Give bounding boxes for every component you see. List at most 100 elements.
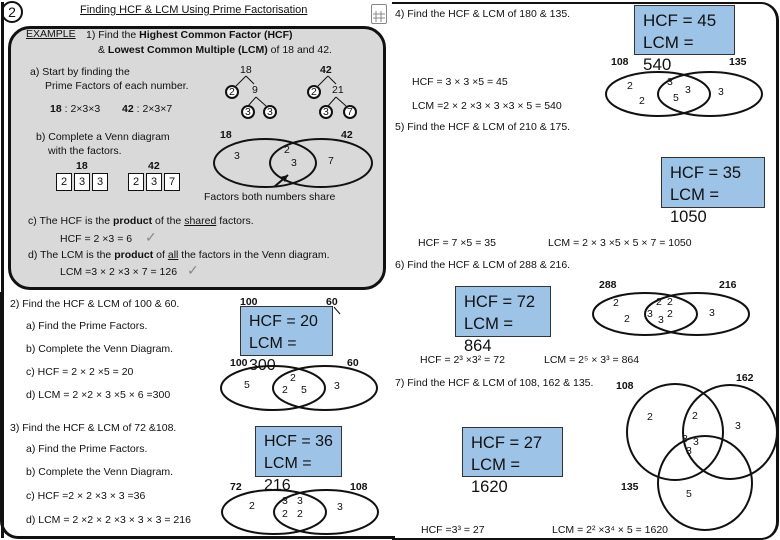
q2-part-d: d) LCM = 2 ×2 × 3 ×5 × 6 =300 [26,389,171,401]
q5-hcf-calc: HCF = 7 ×5 = 35 [418,237,496,249]
q6-venn-shared: 3 [658,314,664,326]
q2-venn-right-only: 3 [334,380,340,392]
q4-question: 4) Find the HCF & LCM of 180 & 135. [395,8,571,20]
part-a-line1: a) Start by finding the [30,66,130,78]
q6-venn-shared: 3 [647,308,653,320]
q2-part-b: b) Complete the Venn Diagram. [26,343,174,355]
calculator-icon [371,4,387,24]
factor-label: 42 [122,103,134,115]
q4-venn-label-left: 108 [611,56,629,68]
factor-value: : 2×3×7 [133,103,173,115]
q6-venn-left-only: 2 [613,297,619,309]
factorisation-42: 42 : 2×3×7 [122,103,172,115]
q4-venn-shared: 3 [685,84,691,96]
tree-42-prime: 7 [347,106,353,118]
q7-answer-lcm: LCM = 1620 [471,456,521,496]
q4-venn-shared: 5 [673,92,679,104]
q7-venn-abc: 3 [686,445,692,457]
venn-label-42: 42 [341,129,353,141]
q2-answer-hcf: HCF = 20 [249,313,318,330]
q6-answer-hcf: HCF = 72 [464,293,536,311]
q2-venn-left-only: 5 [244,379,250,391]
text: c) The HCF is the [28,215,113,227]
venn-shared: 3 [291,157,297,169]
factor-box: 7 [164,173,180,191]
q4-venn-left-only: 2 [627,80,633,92]
q2-venn-label-left: 100 [230,357,248,369]
check-icon: ✓ [145,229,157,245]
q6-venn-right-only: 3 [709,307,715,319]
boxes-18: 233 [56,172,110,191]
text: the factors in the Venn diagram. [178,249,330,261]
example-label: EXAMPLE [26,28,76,40]
q2-part-c: c) HCF = 2 × 2 ×5 = 20 [26,366,134,378]
tree-42-mid: 21 [332,84,344,96]
q7-venn-label-a: 108 [616,380,634,392]
page-title: Finding HCF & LCM Using Prime Factorisat… [80,4,308,16]
tree-42-root: 42 [320,64,332,76]
q7-venn-b-only: 3 [735,420,741,432]
venn-label-18: 18 [220,129,232,141]
q6-question: 6) Find the HCF & LCM of 288 & 216. [395,259,571,271]
q4-hcf-calc: HCF = 3 × 3 ×5 = 45 [412,76,508,88]
venn-shared: 2 [284,144,290,156]
example-hcf-calc: HCF = 2 ×3 = 6 [60,233,133,245]
tree-42-prime: 2 [311,86,317,98]
q7-hcf-calc: HCF =3³ = 27 [421,524,485,536]
q6-hcf-calc: HCF = 2³ ×3² = 72 [420,354,505,366]
part-b-line2: with the factors. [48,145,122,157]
q4-venn-label-right: 135 [729,56,747,68]
factor-box: 2 [128,173,144,191]
q2-venn-shared: 2 [282,384,288,396]
emphasis: product [114,249,154,261]
q6-venn-label-left: 288 [599,279,617,291]
factor-box: 2 [56,173,72,191]
q7-venn-abc: 3 [682,433,688,445]
q3-answer-hcf: HCF = 36 [264,433,333,450]
q7-venn-diagram [626,383,778,531]
q2-venn-label-right: 60 [347,357,359,369]
question-text: & [98,44,108,56]
q6-venn-label-right: 216 [719,279,737,291]
factor-tree-42 [307,75,357,119]
q7-venn-ab: 2 [692,410,698,422]
text: of the [152,215,185,227]
q4-venn-left-only: 2 [639,95,645,107]
boxes-42-label: 42 [148,160,160,172]
q3-venn-shared: 3 [297,495,303,507]
emphasis: shared [184,215,217,227]
q6-venn-left-only: 2 [624,313,630,325]
q7-venn-label-b: 162 [736,372,754,384]
q5-lcm-calc: LCM = 2 × 3 ×5 × 5 × 7 = 1050 [548,237,692,249]
q6-venn-shared: 2 [667,296,673,308]
q4-venn-shared: 3 [667,76,673,88]
q2-venn-shared: 5 [301,384,307,396]
q2-part-a: a) Find the Prime Factors. [26,320,148,332]
factor-box: 3 [74,173,90,191]
q3-venn-shared: 3 [282,495,288,507]
q6-answer-box: HCF = 72 LCM = 864 [455,286,551,355]
boxes-42: 237 [128,172,182,191]
text: of [153,249,168,261]
tree-18-mid: 9 [252,84,258,96]
tree-18-prime: 2 [229,86,235,98]
q4-venn-right-only: 3 [718,86,724,98]
emphasis: product [113,215,153,227]
q6-venn-shared: 2 [656,296,662,308]
q5-answer-hcf: HCF = 35 [670,164,742,182]
q7-lcm-calc: LCM = 2² ×3⁴ × 5 = 1620 [552,524,669,536]
q3-venn-label-left: 72 [230,481,242,493]
q3-venn-shared: 2 [282,508,288,520]
check-icon: ✓ [187,262,199,278]
venn-right-only: 7 [328,155,334,167]
part-a-line2: Prime Factors of each number. [45,80,189,92]
q7-venn-abc: 3 [693,436,699,448]
part-d-text: d) The LCM is the product of all the fac… [28,249,330,261]
q3-venn-right-only: 3 [337,501,343,513]
q6-lcm-calc: LCM = 2⁵ × 3³ = 864 [544,354,640,366]
question-text: 1) Find the [86,29,140,41]
q7-answer-box: HCF = 27 LCM = 1620 [462,427,563,496]
q3-venn-shared: 2 [297,508,303,520]
q2-question: 2) Find the HCF & LCM of 100 & 60. [10,298,180,310]
q3-venn-label-right: 108 [350,481,368,493]
